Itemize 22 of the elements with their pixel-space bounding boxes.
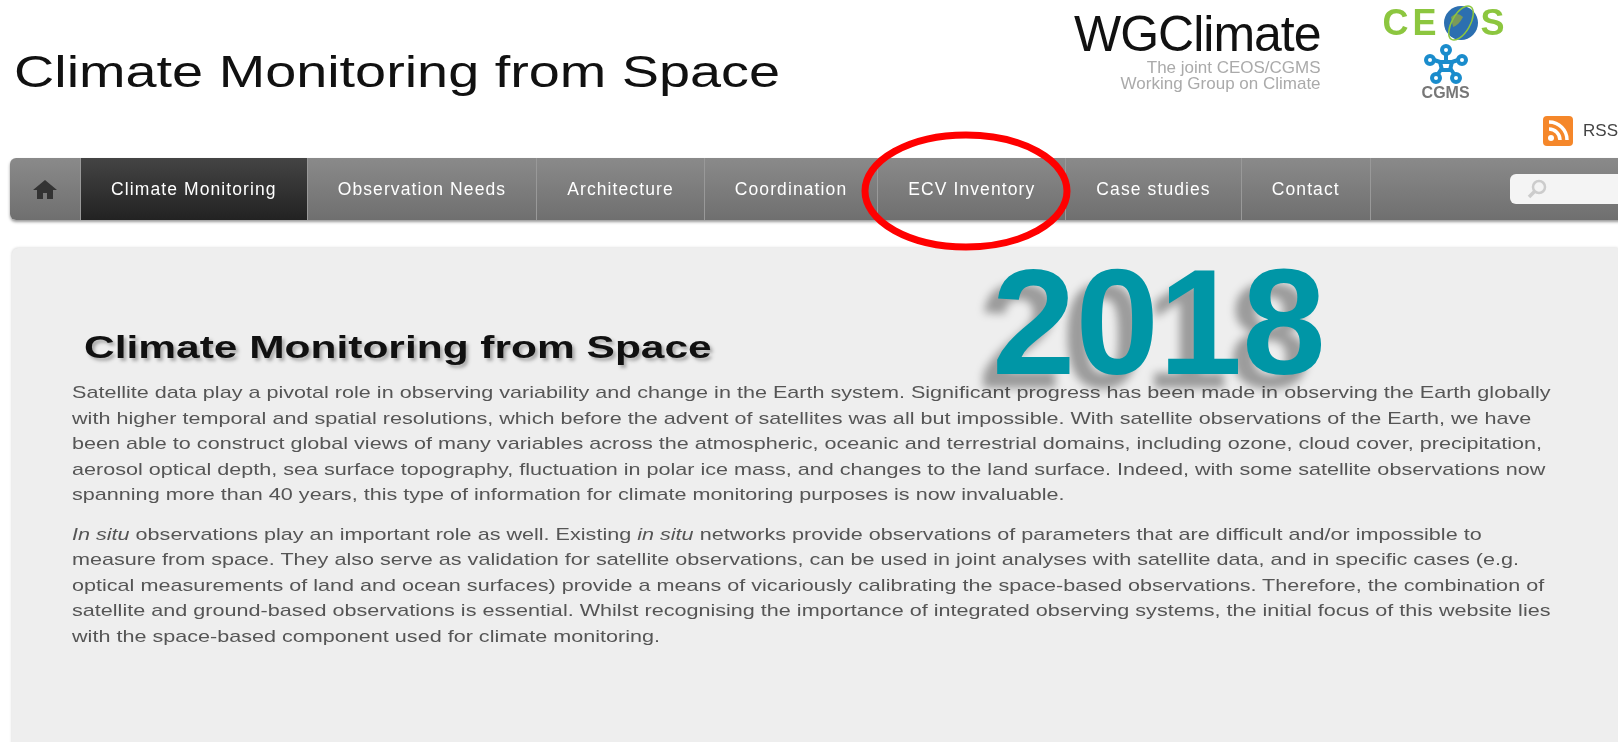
site-title: Climate Monitoring from Space bbox=[14, 46, 780, 98]
logo-tagline: The joint CEOS/CGMS bbox=[1146, 60, 1321, 76]
nav-tab[interactable]: Case studies bbox=[1066, 158, 1242, 220]
year-annotation: 2018 bbox=[992, 262, 1326, 382]
rss-icon[interactable] bbox=[1543, 116, 1574, 146]
logo-tagline: Working Group on Climate bbox=[1120, 76, 1321, 92]
network-icon bbox=[1423, 44, 1468, 84]
nav-tab[interactable]: Coordination bbox=[704, 158, 879, 220]
wgclimate-logo: WGClimate bbox=[1074, 8, 1321, 60]
nav-tab[interactable]: ECV Inventory bbox=[878, 158, 1067, 220]
cgms-logo: CGMS bbox=[1421, 84, 1470, 102]
ceos-logo: CE S bbox=[1382, 2, 1509, 44]
home-icon bbox=[32, 178, 58, 200]
nav-tab[interactable]: Observation Needs bbox=[307, 158, 538, 220]
search-icon bbox=[1526, 178, 1548, 200]
page-heading: Climate Monitoring from Space bbox=[84, 330, 712, 366]
nav-tab[interactable]: Climate Monitoring bbox=[81, 158, 308, 220]
nav-tab[interactable]: Contact bbox=[1241, 158, 1371, 220]
paragraph: In situ observations play an important role as well. Existing in situ networks provide observations of parameters that are difficult and/or impossible to measure from space. They also serve as validation for satellite observations, can be used in joint analyses with satellite data, and in specific cases (e.g. optical measurements of land and ocean surfaces) provide a means of vicariously calibrating the space-based observations. Therefore, the combination of satellite and ground-based observations is essential. Whilst recognising the importance of integrated observing systems, the initial focus of this website lies with the space-based component used for climate monitoring. bbox=[72, 523, 1552, 648]
nav-tab[interactable]: Architecture bbox=[537, 158, 705, 220]
rss-link[interactable]: RSS bbox=[1583, 121, 1618, 141]
paragraph: Satellite data play a pivotal role in observing variability and change in the Earth system. Significant progress has been made in observing the Earth globally with higher temporal and spatial resolutions, which before the advent of satellites was all but impossible. With satellite observations of the Earth, we have been able to construct global views of many variables across the atmospheric, oceanic and terrestrial domains, including ozone, cloud cover, precipitation, aerosol optical depth, sea surface topography, fluctuation in polar ice mass, and changes to the land surface. Indeed, with some satellite observations now spanning more than 40 years, this type of information for climate monitoring purposes is now invaluable. bbox=[72, 382, 1552, 506]
